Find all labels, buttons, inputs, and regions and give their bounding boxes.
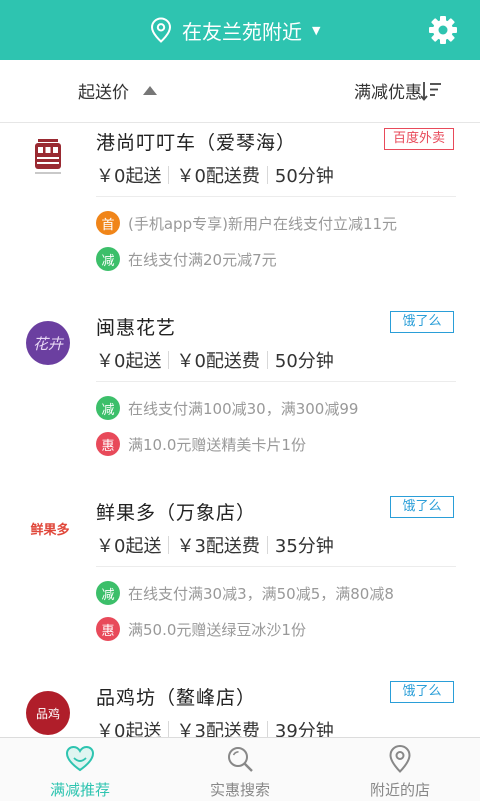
triangle-up-icon: [143, 86, 157, 95]
source-tag-eleme: 饿了么: [390, 311, 454, 333]
meta-separator: [168, 351, 170, 369]
source-tag-eleme: 饿了么: [390, 681, 454, 703]
meta-separator: [168, 166, 170, 184]
tram-logo-icon: [26, 136, 70, 180]
promo-badge-discount: 减: [96, 581, 120, 605]
delivery-time: 39分钟: [274, 721, 334, 737]
shop-meta: ￥0起送 ￥0配送费 50分钟: [96, 162, 334, 188]
divider: [96, 566, 456, 567]
delivery-fee: ￥3配送费: [176, 536, 260, 557]
map-pin-icon: [150, 17, 172, 43]
delivery-fee: ￥3配送费: [176, 721, 260, 737]
bottom-nav: 满减推荐 实惠搜索 附近的店: [0, 737, 480, 801]
meta-separator: [266, 351, 268, 369]
shop-list[interactable]: 港尚叮叮车（爱琴海） 百度外卖 ￥0起送 ￥0配送费 50分钟 首 (手机app…: [0, 122, 480, 737]
tab-recommend-label: 满减推荐: [49, 781, 110, 799]
promo-row: 减 在线支付满20元减7元: [96, 247, 277, 271]
promo-badge-first: 首: [96, 211, 120, 235]
tab-nearby-label: 附近的店: [369, 781, 430, 799]
logo-text: 鲜果多: [30, 522, 70, 538]
shop-name: 闽惠花艺: [96, 317, 177, 339]
tab-search-label: 实惠搜索: [209, 781, 270, 799]
sort-min-order-label: 起送价: [78, 83, 129, 103]
location-selector[interactable]: 在友兰苑附近 ▼: [150, 12, 320, 48]
top-bar: 在友兰苑附近 ▼: [0, 0, 480, 60]
delivery-fee: ￥0配送费: [176, 351, 260, 372]
promo-row: 惠 满10.0元赠送精美卡片1份: [96, 432, 306, 456]
chicken-logo-icon: 品鸡: [26, 691, 70, 735]
promo-text: 在线支付满20元减7元: [128, 250, 277, 269]
search-icon: [225, 744, 255, 774]
promo-text: 在线支付满100减30，满300减99: [128, 399, 359, 418]
source-tag-eleme: 饿了么: [390, 496, 454, 518]
fruit-logo-icon: 鲜果多: [26, 506, 74, 550]
tab-nearby[interactable]: 附近的店: [320, 738, 480, 801]
shop-name: 鲜果多（万象店）: [96, 502, 257, 524]
promo-badge-discount: 减: [96, 396, 120, 420]
shop-meta: ￥0起送 ￥3配送费 39分钟: [96, 717, 334, 737]
min-order: ￥0起送: [96, 721, 162, 737]
promo-text: 满10.0元赠送精美卡片1份: [128, 435, 306, 454]
min-order: ￥0起送: [96, 166, 162, 187]
meta-separator: [266, 166, 268, 184]
location-label: 在友兰苑附近: [182, 19, 302, 44]
divider: [96, 196, 456, 197]
logo-text: 花卉: [32, 334, 63, 353]
delivery-fee: ￥0配送费: [176, 166, 260, 187]
meta-separator: [266, 721, 268, 737]
promo-badge-discount: 减: [96, 247, 120, 271]
shop-meta: ￥0起送 ￥0配送费 50分钟: [96, 347, 334, 373]
shop-name: 品鸡坊（鳌峰店）: [96, 687, 257, 709]
heart-icon: [65, 744, 95, 774]
min-order: ￥0起送: [96, 351, 162, 372]
gear-icon[interactable]: [428, 15, 458, 45]
delivery-time: 50分钟: [274, 166, 334, 187]
min-order: ￥0起送: [96, 536, 162, 557]
sort-bar: 起送价 满减优惠: [0, 60, 480, 123]
sort-min-order-button[interactable]: 起送价: [78, 78, 157, 103]
delivery-time: 50分钟: [274, 351, 334, 372]
sort-discount-button[interactable]: 满减优惠: [354, 78, 422, 103]
promo-badge-gift: 惠: [96, 617, 120, 641]
promo-row: 减 在线支付满30减3，满50减5，满80减8: [96, 581, 394, 605]
promo-text: 在线支付满30减3，满50减5，满80减8: [128, 584, 394, 603]
meta-separator: [168, 721, 170, 737]
chevron-down-icon: ▼: [312, 23, 321, 37]
divider: [96, 381, 456, 382]
promo-text: (手机app专享)新用户在线支付立减11元: [128, 214, 398, 233]
delivery-time: 35分钟: [274, 536, 334, 557]
logo-text: 品鸡: [35, 706, 60, 721]
shop-name: 港尚叮叮车（爱琴海）: [96, 132, 297, 154]
shop-meta: ￥0起送 ￥3配送费 35分钟: [96, 532, 334, 558]
tab-search[interactable]: 实惠搜索: [160, 738, 320, 801]
promo-row: 惠 满50.0元赠送绿豆冰沙1份: [96, 617, 306, 641]
meta-separator: [266, 536, 268, 554]
flower-logo-icon: 花卉: [26, 321, 70, 365]
sort-descending-icon[interactable]: [420, 80, 442, 102]
promo-badge-gift: 惠: [96, 432, 120, 456]
meta-separator: [168, 536, 170, 554]
location-pin-icon: [385, 744, 415, 774]
source-tag-baidu: 百度外卖: [383, 128, 454, 150]
promo-row: 首 (手机app专享)新用户在线支付立减11元: [96, 211, 397, 235]
promo-text: 满50.0元赠送绿豆冰沙1份: [128, 620, 306, 639]
promo-row: 减 在线支付满100减30，满300减99: [96, 396, 358, 420]
tab-recommend[interactable]: 满减推荐: [0, 738, 160, 801]
